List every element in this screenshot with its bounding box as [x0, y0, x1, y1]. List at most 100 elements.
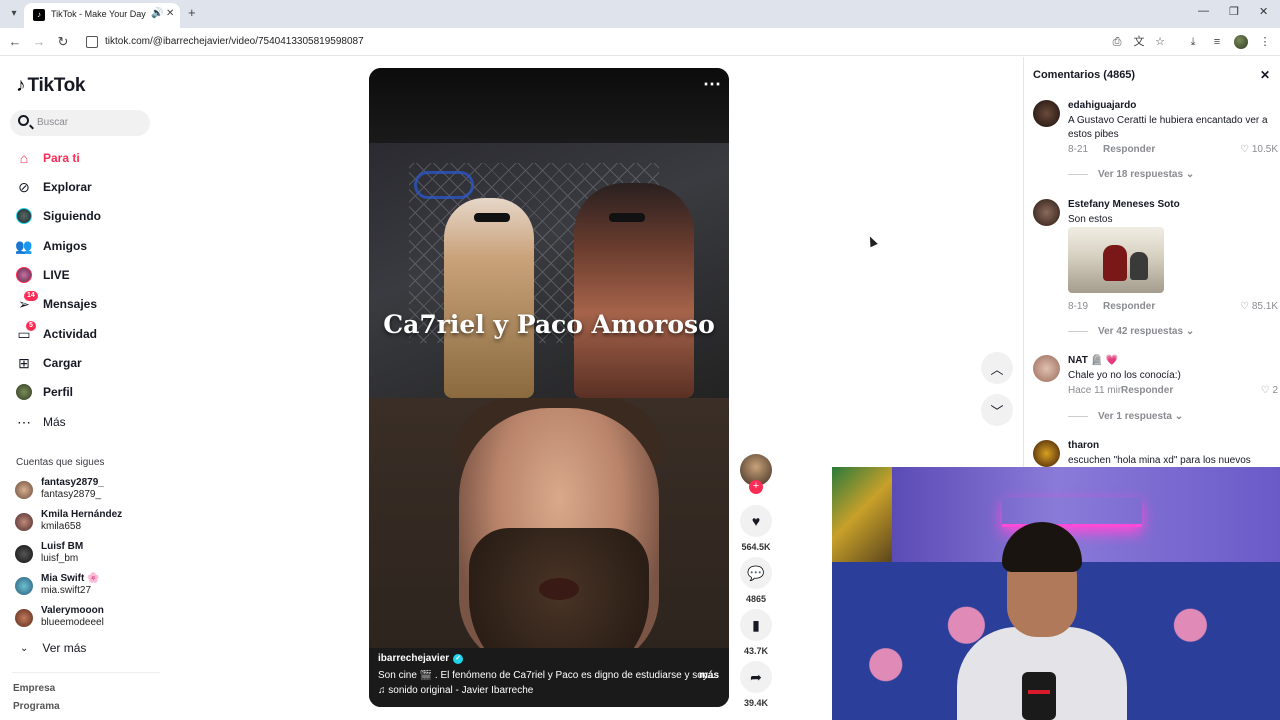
next-video-button[interactable]: ﹀	[981, 394, 1013, 426]
media-control-icon[interactable]: ≡	[1210, 35, 1224, 49]
back-icon[interactable]: ←	[7, 34, 23, 49]
see-more-following[interactable]: ⌄ Ver más	[20, 641, 86, 655]
share-button[interactable]: ➦	[740, 661, 772, 693]
reply-button[interactable]: Responder	[1103, 301, 1155, 312]
avatar[interactable]	[1033, 199, 1060, 226]
like-button[interactable]: ♥	[740, 505, 772, 537]
nav-actividad[interactable]: ▭ 5 Actividad	[16, 321, 97, 344]
comment-like-button[interactable]: ♡ 10.5K	[1240, 144, 1278, 155]
footer-link-empresa[interactable]: Empresa	[13, 683, 55, 694]
image-figure	[1130, 252, 1148, 280]
video-description: Son cine 🎬 . El fenómeno de Ca7riel y Pa…	[378, 670, 716, 681]
video-photo	[369, 143, 729, 403]
heart-outline-icon: ♡	[1260, 385, 1270, 396]
tab-audio-icon[interactable]: 🔊	[151, 8, 163, 19]
tab-close-icon[interactable]: ✕	[166, 8, 174, 19]
friends-icon: 👥	[15, 237, 33, 254]
mouth-graphic	[539, 578, 579, 600]
browser-profile-avatar[interactable]	[1234, 35, 1248, 49]
avatar	[15, 513, 33, 531]
forward-icon[interactable]: →	[31, 34, 47, 49]
figure-left	[444, 198, 534, 398]
video-sound[interactable]: ♫ sonido original - Javier Ibarreche	[378, 685, 533, 696]
browser-tab[interactable]: ♪ TikTok - Make Your Day 🔊 ✕	[24, 3, 180, 28]
restore-icon[interactable]: ❐	[1229, 5, 1239, 18]
browser-tab-bar: ▾ ♪ TikTok - Make Your Day 🔊 ✕ + — ❐ ✕	[0, 0, 1280, 28]
compass-icon: ⊘	[18, 178, 30, 195]
comment-image[interactable]	[1068, 227, 1164, 293]
translate-icon[interactable]: 文	[1132, 35, 1146, 49]
new-tab-icon[interactable]: +	[188, 5, 196, 20]
nav-amigos[interactable]: 👥 Amigos	[15, 236, 87, 256]
tiktok-favicon-icon: ♪	[33, 9, 45, 21]
nav-cargar[interactable]: ⊞ Cargar	[16, 353, 82, 373]
nav-perfil[interactable]: Perfil	[16, 382, 73, 402]
address-bar[interactable]: tiktok.com/@ibarrechejavier/video/754041…	[105, 36, 364, 47]
avatar[interactable]	[1033, 440, 1060, 467]
video-author[interactable]: ibarrechejavier ✓	[378, 653, 464, 664]
bookmark-star-icon[interactable]: ☆	[1153, 35, 1167, 49]
chevron-down-icon: ⌄	[20, 642, 29, 654]
webcam-overlay	[832, 467, 1280, 720]
sidebar-divider	[12, 672, 160, 673]
site-info-icon[interactable]	[86, 36, 98, 48]
nav-mensajes[interactable]: ➢ 14 Mensajes	[16, 291, 97, 314]
comment-button[interactable]: 💬	[740, 557, 772, 589]
view-replies-button[interactable]: Ver 1 respuesta ⌄	[1068, 411, 1183, 422]
minimize-icon[interactable]: —	[1198, 5, 1209, 17]
tiktok-logo-icon: ♪	[16, 75, 26, 96]
comment-like-button[interactable]: ♡ 85.1K	[1240, 301, 1278, 312]
replies-line	[1068, 416, 1088, 417]
save-count: 43.7K	[743, 646, 769, 656]
nav-mas[interactable]: ⋯ Más	[16, 412, 66, 432]
upload-icon: ⊞	[18, 354, 30, 371]
avatar	[15, 609, 33, 627]
messages-icon: ➢ 14	[16, 291, 38, 312]
chevron-up-icon: ︿	[990, 361, 1004, 377]
previous-video-button[interactable]: ︿	[981, 352, 1013, 384]
nav-siguiendo[interactable]: Siguiendo	[16, 206, 101, 226]
tab-search-icon[interactable]: ▾	[6, 6, 22, 22]
window-close-icon[interactable]: ✕	[1259, 5, 1268, 18]
download-icon[interactable]: ⤓	[1186, 35, 1200, 49]
view-replies-button[interactable]: Ver 18 respuestas ⌄	[1068, 169, 1194, 180]
comment-icon: 💬	[747, 564, 765, 581]
avatar[interactable]	[1033, 100, 1060, 127]
search-input[interactable]: Buscar	[10, 110, 150, 136]
comment-like-button[interactable]: ♡ 2	[1261, 385, 1278, 396]
replies-line	[1068, 174, 1088, 175]
heart-icon: ♥	[751, 513, 761, 529]
description-more-link[interactable]: más	[699, 670, 719, 681]
comment-item: edahiguajardo A Gustavo Ceratti le hubie…	[1033, 100, 1278, 195]
comment-item: Estefany Meneses Soto Son estos 8-19 Res…	[1033, 199, 1278, 349]
like-count: 564.5K	[741, 542, 771, 552]
browser-menu-icon[interactable]: ⋮	[1258, 35, 1272, 49]
avatar	[15, 481, 33, 499]
nav-live[interactable]: LIVE	[16, 265, 70, 285]
follow-plus-icon[interactable]: +	[749, 480, 763, 494]
save-button[interactable]: ▮	[740, 609, 772, 641]
nav-explorar[interactable]: ⊘ Explorar	[16, 177, 92, 197]
comments-header: Comentarios (4865)	[1033, 69, 1136, 81]
webcam-microphone	[1022, 672, 1056, 720]
sunglasses-right	[609, 213, 645, 222]
reload-icon[interactable]: ↻	[55, 34, 71, 50]
image-figure	[1103, 245, 1127, 281]
avatar	[15, 545, 33, 563]
view-replies-button[interactable]: Ver 42 respuestas ⌄	[1068, 326, 1194, 337]
video-player[interactable]: Ca7riel y Paco Amoroso ⋯ ibarrechejavier…	[369, 68, 729, 707]
video-top-band	[369, 68, 729, 143]
video-more-options-icon[interactable]: ⋯	[703, 74, 722, 95]
reply-button[interactable]: Responder	[1103, 144, 1155, 155]
install-app-icon[interactable]: ⎙	[1110, 35, 1124, 49]
reply-button[interactable]: Responder	[1121, 385, 1173, 396]
footer-link-programa[interactable]: Programa	[13, 701, 60, 712]
avatar[interactable]	[1033, 355, 1060, 382]
close-comments-icon[interactable]: ✕	[1260, 68, 1270, 82]
share-icon: ➦	[750, 668, 762, 685]
heart-outline-icon: ♡	[1240, 301, 1250, 312]
nav-para-ti[interactable]: ⌂ Para ti	[16, 148, 80, 168]
tiktok-logo[interactable]: ♪ TikTok	[16, 75, 85, 97]
bookmark-icon: ▮	[752, 616, 760, 633]
home-icon: ⌂	[19, 150, 29, 166]
